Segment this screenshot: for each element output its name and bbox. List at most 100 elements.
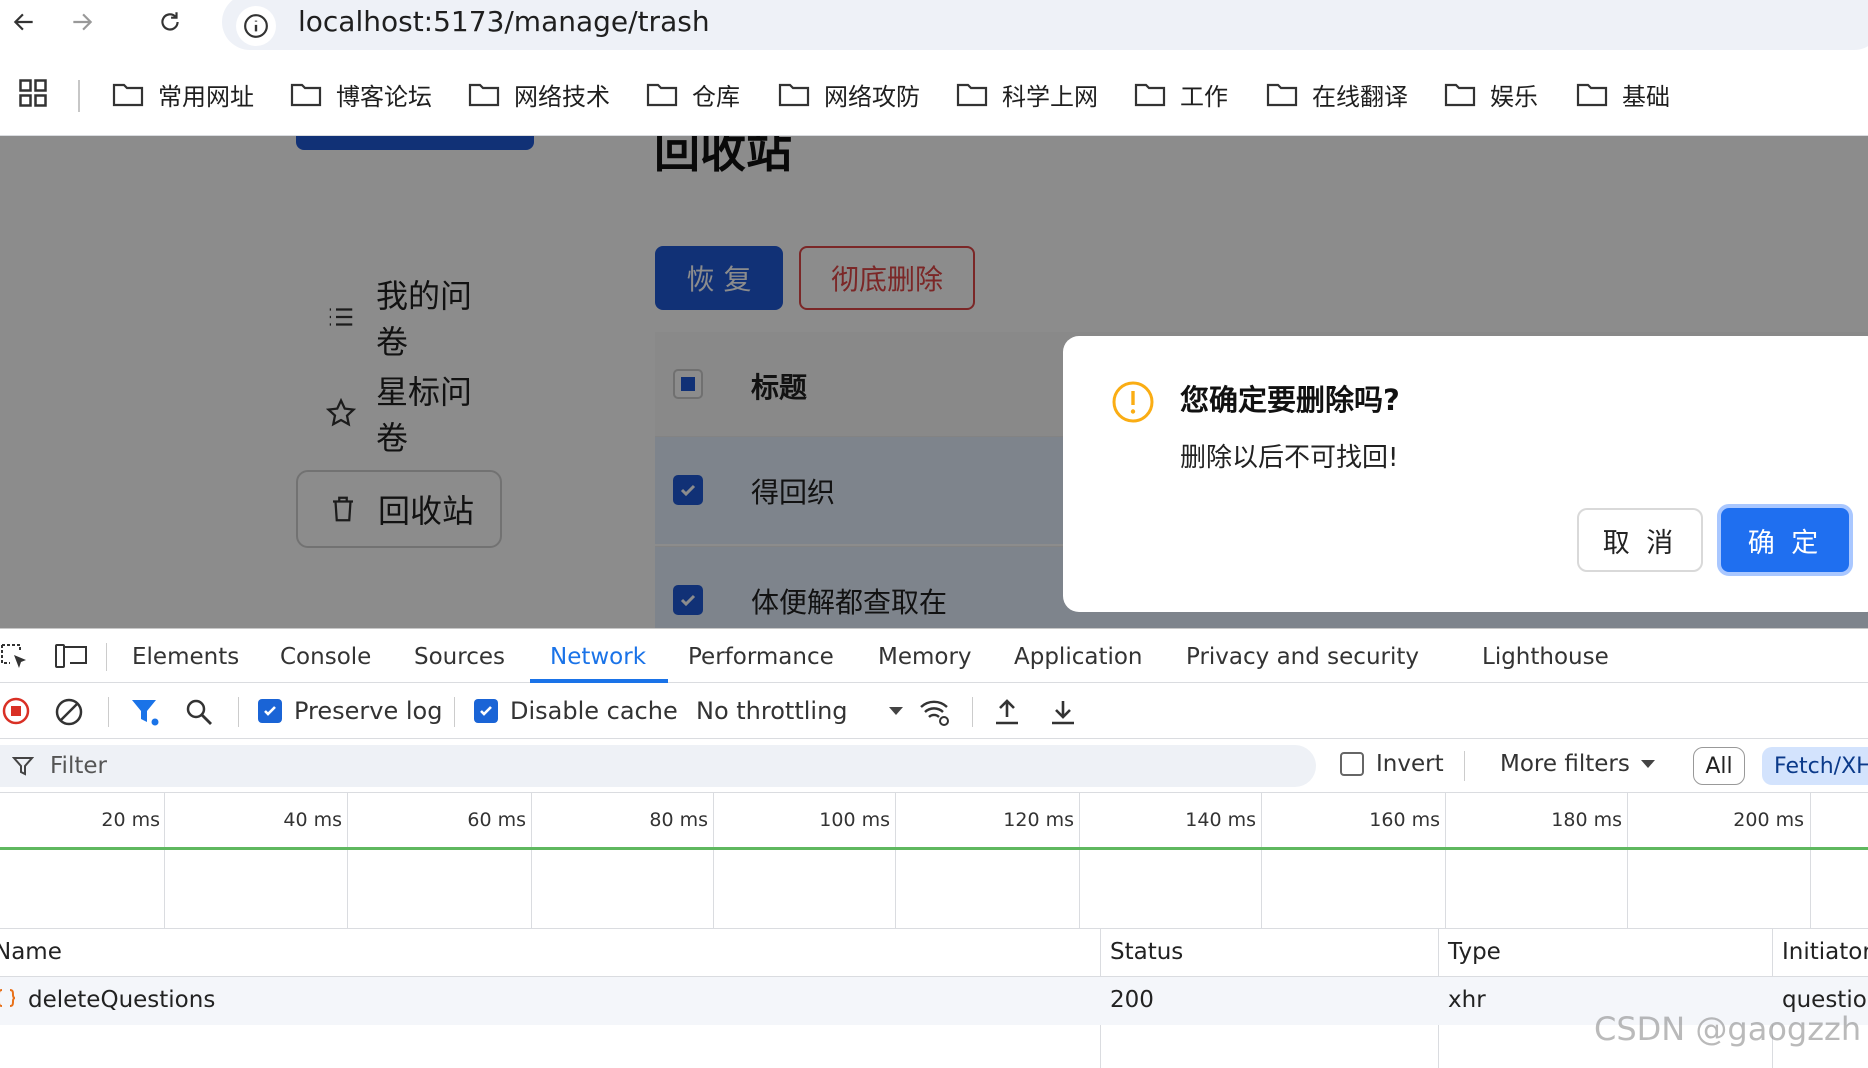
reload-button[interactable] bbox=[150, 2, 190, 42]
bookmark-folder[interactable]: 娱乐 bbox=[1444, 72, 1538, 116]
confirm-button[interactable]: 确 定 bbox=[1717, 504, 1853, 576]
filter-separator bbox=[1464, 751, 1465, 781]
bookmark-folder[interactable]: 网络攻防 bbox=[778, 72, 920, 116]
tab-console[interactable]: Console bbox=[280, 643, 371, 671]
bookmark-folder[interactable]: 网络技术 bbox=[468, 72, 610, 116]
folder-icon bbox=[1134, 81, 1166, 107]
confirm-dialog: 您确定要删除吗? 删除以后不可找回! 取 消 确 定 bbox=[1063, 336, 1868, 612]
network-conditions-icon[interactable] bbox=[918, 697, 952, 727]
address-bar[interactable]: localhost:5173/manage/trash bbox=[222, 0, 1868, 50]
folder-icon bbox=[1266, 81, 1298, 107]
load-event-line bbox=[0, 847, 1868, 850]
timeline-gridline bbox=[1261, 793, 1262, 929]
bookmark-label: 常用网址 bbox=[158, 82, 254, 111]
disable-cache-label: Disable cache bbox=[510, 697, 678, 725]
import-har-icon[interactable] bbox=[992, 697, 1022, 727]
request-status: 200 bbox=[1110, 987, 1154, 1013]
throttling-value: No throttling bbox=[696, 697, 848, 725]
bookmarks-separator bbox=[78, 80, 80, 112]
cancel-button[interactable]: 取 消 bbox=[1577, 508, 1703, 572]
bookmark-folder[interactable]: 科学上网 bbox=[956, 72, 1098, 116]
bookmark-folder[interactable]: 在线翻译 bbox=[1266, 72, 1408, 116]
timeline-gridline bbox=[164, 793, 165, 929]
filter-funnel-icon[interactable] bbox=[130, 697, 160, 727]
bookmarks-bar: 常用网址 博客论坛 网络技术 仓库 网络攻防 科学上网 工作 在线翻译 娱乐 基… bbox=[0, 52, 1868, 136]
clear-icon[interactable] bbox=[54, 697, 84, 727]
tab-performance[interactable]: Performance bbox=[688, 643, 834, 671]
bookmark-label: 网络攻防 bbox=[824, 82, 920, 111]
preserve-log-checkbox[interactable]: Preserve log bbox=[258, 697, 442, 725]
folder-icon bbox=[1444, 81, 1476, 107]
checkbox-checked-icon bbox=[258, 699, 282, 723]
timeline-gridline bbox=[713, 793, 714, 929]
folder-icon bbox=[112, 81, 144, 107]
timeline-tick: 160 ms bbox=[1369, 809, 1440, 831]
column-status[interactable]: Status bbox=[1110, 939, 1183, 965]
request-row[interactable]: deleteQuestions 200 xhr questio bbox=[0, 977, 1868, 1025]
filter-placeholder: Filter bbox=[50, 753, 107, 779]
record-stop-icon[interactable] bbox=[2, 697, 30, 725]
tab-memory[interactable]: Memory bbox=[878, 643, 972, 671]
timeline-tick: 80 ms bbox=[649, 809, 708, 831]
column-type[interactable]: Type bbox=[1448, 939, 1501, 965]
preserve-log-label: Preserve log bbox=[294, 697, 443, 725]
requests-table-header: Name Status Type Initiator bbox=[0, 929, 1868, 1068]
timeline-tick: 60 ms bbox=[467, 809, 526, 831]
bookmark-label: 仓库 bbox=[692, 82, 740, 111]
timeline-gridline bbox=[1627, 793, 1628, 929]
caret-down-icon bbox=[888, 705, 904, 717]
back-button[interactable] bbox=[4, 2, 44, 42]
bookmark-folder[interactable]: 仓库 bbox=[646, 72, 740, 116]
folder-icon bbox=[1576, 81, 1608, 107]
disable-cache-checkbox[interactable]: Disable cache bbox=[474, 697, 678, 725]
timeline-tick: 120 ms bbox=[1003, 809, 1074, 831]
toolbar-separator bbox=[454, 697, 455, 727]
timeline-gridline bbox=[531, 793, 532, 929]
browser-toolbar: localhost:5173/manage/trash bbox=[0, 0, 1868, 50]
column-name[interactable]: Name bbox=[0, 939, 62, 965]
toolbar-separator bbox=[108, 697, 109, 727]
filter-input[interactable]: Filter bbox=[0, 745, 1316, 787]
bookmark-label: 基础 bbox=[1622, 82, 1670, 111]
checkbox-checked-icon bbox=[474, 699, 498, 723]
filter-chip-fetch-xhr[interactable]: Fetch/XHR bbox=[1762, 747, 1868, 785]
tab-application[interactable]: Application bbox=[1014, 643, 1143, 671]
export-har-icon[interactable] bbox=[1048, 697, 1078, 727]
folder-icon bbox=[778, 81, 810, 107]
tab-sources[interactable]: Sources bbox=[414, 643, 505, 671]
site-info-icon[interactable] bbox=[236, 6, 276, 46]
apps-grid-icon[interactable] bbox=[18, 78, 48, 108]
tab-separator bbox=[106, 643, 107, 671]
timeline-gridline bbox=[895, 793, 896, 929]
more-filters-dropdown[interactable]: More filters bbox=[1500, 751, 1656, 777]
tab-network[interactable]: Network bbox=[550, 643, 646, 671]
folder-icon bbox=[646, 81, 678, 107]
timeline-tick: 180 ms bbox=[1551, 809, 1622, 831]
throttling-select[interactable]: No throttling bbox=[696, 697, 904, 725]
url-text[interactable]: localhost:5173/manage/trash bbox=[298, 2, 710, 42]
network-overview-timeline[interactable]: 20 ms 40 ms 60 ms 80 ms 100 ms 120 ms 14… bbox=[0, 793, 1868, 929]
tab-lighthouse[interactable]: Lighthouse bbox=[1482, 643, 1609, 671]
search-icon[interactable] bbox=[184, 697, 214, 727]
folder-icon bbox=[468, 81, 500, 107]
timeline-tick: 200 ms bbox=[1733, 809, 1804, 831]
tab-elements[interactable]: Elements bbox=[132, 643, 239, 671]
bookmark-folder[interactable]: 博客论坛 bbox=[290, 72, 432, 116]
timeline-gridline bbox=[1079, 793, 1080, 929]
bookmark-label: 娱乐 bbox=[1490, 82, 1538, 111]
bookmark-label: 博客论坛 bbox=[336, 82, 432, 111]
bookmark-folder[interactable]: 基础 bbox=[1576, 72, 1670, 116]
bookmark-folder[interactable]: 工作 bbox=[1134, 72, 1228, 116]
forward-button[interactable] bbox=[62, 2, 102, 42]
tab-privacy-security[interactable]: Privacy and security bbox=[1186, 643, 1419, 671]
xhr-icon bbox=[0, 987, 16, 1009]
invert-checkbox[interactable]: Invert bbox=[1340, 751, 1444, 777]
devtools-tabbar: Elements Console Sources Network Perform… bbox=[0, 629, 1868, 683]
bookmark-label: 在线翻译 bbox=[1312, 82, 1408, 111]
bookmark-folder[interactable]: 常用网址 bbox=[112, 72, 254, 116]
inspect-element-icon[interactable] bbox=[0, 643, 30, 671]
column-initiator[interactable]: Initiator bbox=[1782, 939, 1868, 965]
exclamation-circle-icon bbox=[1111, 380, 1155, 424]
device-toolbar-icon[interactable] bbox=[54, 643, 88, 671]
filter-chip-all[interactable]: All bbox=[1693, 747, 1745, 785]
